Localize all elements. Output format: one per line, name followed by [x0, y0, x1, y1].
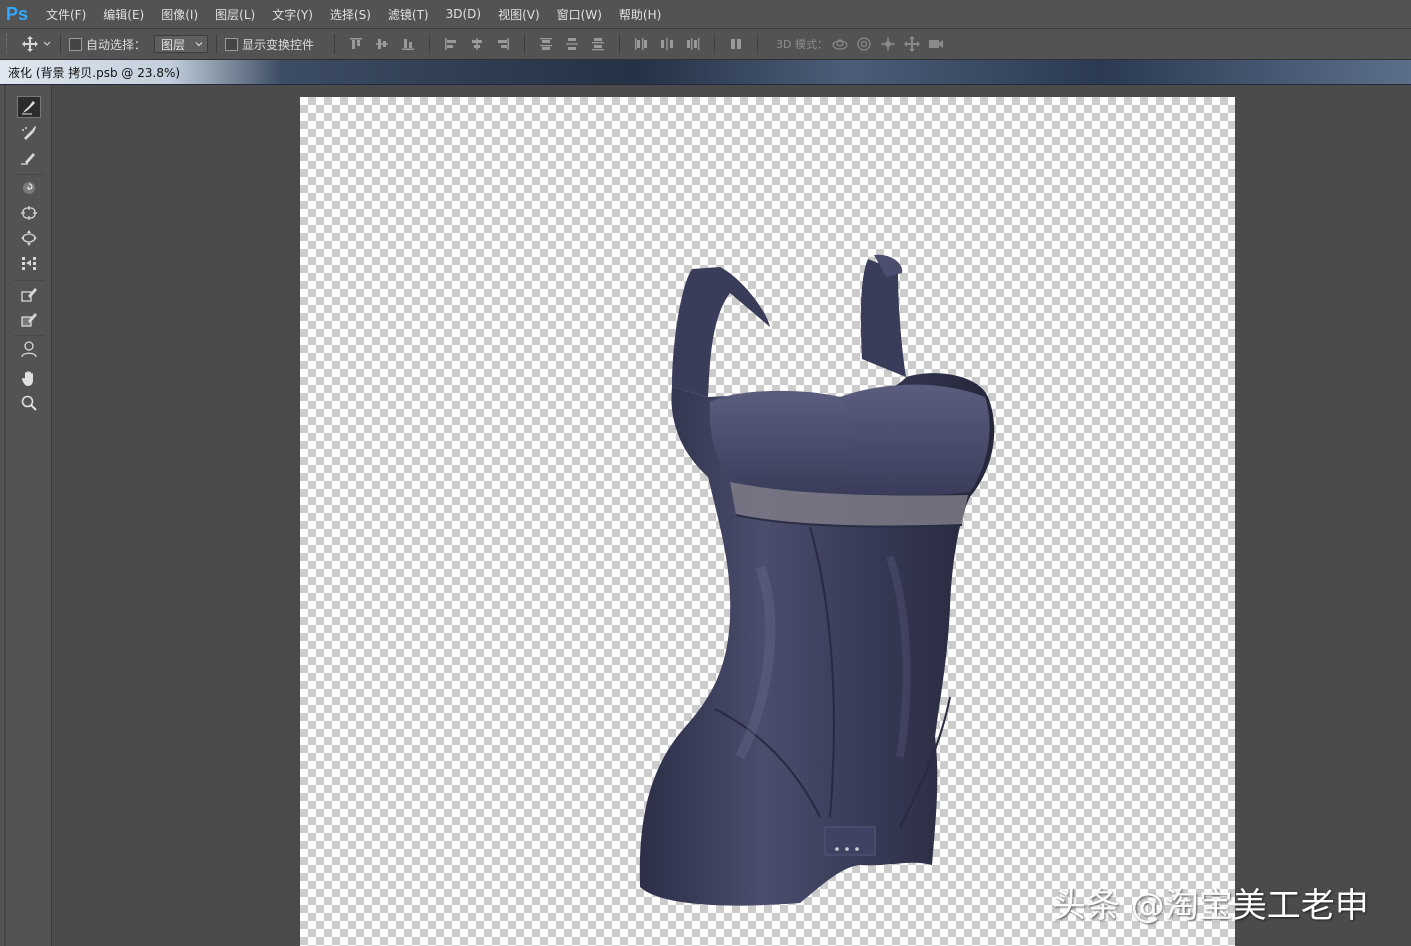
hand-tool[interactable]: [17, 367, 41, 389]
pan-3d-icon[interactable]: [879, 35, 897, 53]
chevron-down-icon: [43, 41, 51, 46]
distribute-top-icon[interactable]: [538, 36, 554, 52]
transparent-canvas[interactable]: [300, 97, 1235, 946]
menu-window[interactable]: 窗口(W): [557, 6, 602, 23]
align-vcenter-icon[interactable]: [374, 36, 390, 52]
liquify-preview-workspace[interactable]: [52, 85, 1411, 946]
reconstruct-icon: [22, 126, 36, 140]
align-hcenter-icon[interactable]: [469, 36, 485, 52]
move-icon: [22, 36, 38, 52]
zoom-icon: [21, 395, 37, 411]
slide-3d-icon[interactable]: [903, 35, 921, 53]
push-left-tool[interactable]: [17, 252, 41, 274]
auto-align-icon[interactable]: [728, 36, 744, 52]
reconstruct-tool[interactable]: [17, 122, 41, 144]
thaw-mask-tool[interactable]: [17, 308, 41, 330]
menu-type[interactable]: 文字(Y): [272, 6, 313, 23]
forward-warp-icon: [22, 101, 35, 115]
menu-help[interactable]: 帮助(H): [619, 6, 661, 23]
layer-group-select[interactable]: 图层: [154, 35, 209, 53]
distribute-vcenter-icon[interactable]: [564, 36, 580, 52]
menu-file[interactable]: 文件(F): [46, 6, 86, 23]
tool-separator: [14, 280, 44, 281]
document-title: 液化 (背景 拷贝.psb @ 23.8%): [8, 66, 181, 80]
separator: [524, 34, 526, 54]
align-bottom-icon[interactable]: [400, 36, 416, 52]
face-tool[interactable]: [17, 338, 41, 360]
bloat-tool[interactable]: [17, 227, 41, 249]
distribute-hcenter-icon[interactable]: [659, 36, 675, 52]
separator: [619, 34, 621, 54]
distribute-left-icon[interactable]: [633, 36, 649, 52]
panel-edge: [4, 85, 6, 946]
push-left-icon: [22, 257, 36, 270]
menu-3d[interactable]: 3D(D): [446, 7, 481, 21]
options-grip[interactable]: [6, 34, 11, 54]
align-left-icon[interactable]: [443, 36, 459, 52]
freeze-mask-tool[interactable]: [17, 283, 41, 305]
align-top-icon[interactable]: [348, 36, 364, 52]
auto-select-label: 自动选择：: [86, 37, 147, 52]
pucker-tool[interactable]: [17, 202, 41, 224]
smooth-tool[interactable]: [17, 146, 41, 168]
chevron-down-icon: [195, 42, 203, 47]
layer-select-value: 图层: [161, 37, 186, 52]
separator: [216, 34, 218, 54]
face-tool-icon: [21, 341, 37, 358]
twirl-clockwise-tool[interactable]: [17, 177, 41, 199]
menu-filter[interactable]: 滤镜(T): [388, 6, 429, 23]
menu-bar: Ps 文件(F) 编辑(E) 图像(I) 图层(L) 文字(Y) 选择(S) 滤…: [0, 0, 1411, 29]
orbit-3d-icon[interactable]: [831, 35, 849, 53]
camera-3d-icon[interactable]: [927, 35, 945, 53]
align-right-icon[interactable]: [495, 36, 511, 52]
menu-layer[interactable]: 图层(L): [215, 6, 255, 23]
auto-select-checkbox[interactable]: [69, 37, 82, 51]
forward-warp-tool[interactable]: [17, 96, 41, 118]
separator: [757, 34, 759, 54]
document-title-bar: 液化 (背景 拷贝.psb @ 23.8%): [0, 60, 1411, 85]
separator: [714, 34, 716, 54]
liquify-tool-panel: [0, 85, 52, 946]
move-tool-preset[interactable]: [21, 35, 52, 53]
tool-separator: [14, 335, 44, 336]
twirl-clockwise-icon: [23, 182, 35, 194]
mode-3d-label: 3D 模式：: [776, 38, 828, 51]
zoom-tool[interactable]: [17, 392, 41, 414]
freeze-mask-icon: [21, 288, 37, 302]
photoshop-logo: Ps: [5, 3, 29, 24]
separator: [429, 34, 431, 54]
separator: [334, 34, 336, 54]
hand-icon: [22, 371, 33, 386]
smooth-icon: [21, 153, 35, 165]
options-bar: 自动选择： 图层 显示变换控件 3D 模式：: [0, 29, 1411, 60]
tool-separator: [14, 174, 44, 175]
menu-image[interactable]: 图像(I): [161, 6, 198, 23]
thaw-mask-icon: [21, 313, 37, 327]
pucker-icon: [21, 206, 37, 220]
bloat-icon: [21, 230, 37, 246]
separator: [60, 34, 61, 54]
menu-edit[interactable]: 编辑(E): [103, 6, 144, 23]
distribute-bottom-icon[interactable]: [590, 36, 606, 52]
menu-view[interactable]: 视图(V): [498, 6, 540, 23]
bodysuit-garment-image: [639, 254, 995, 906]
menu-select[interactable]: 选择(S): [330, 6, 371, 23]
show-transform-label: 显示变换控件: [242, 37, 315, 52]
watermark-text: 头条 @淘宝美工老申: [1052, 886, 1369, 926]
roll-3d-icon[interactable]: [855, 35, 873, 53]
show-transform-checkbox[interactable]: [225, 37, 239, 51]
distribute-right-icon[interactable]: [685, 36, 701, 52]
